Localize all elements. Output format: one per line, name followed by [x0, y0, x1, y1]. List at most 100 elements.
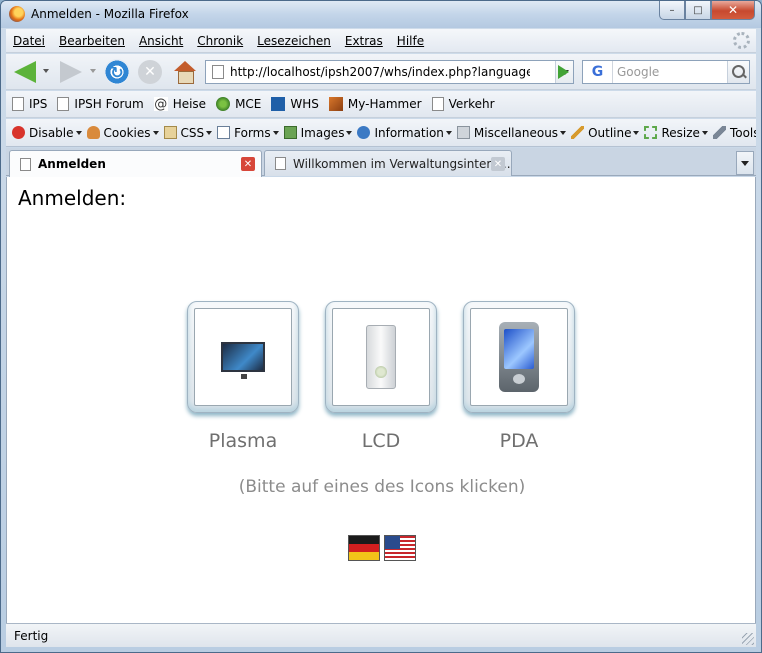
search-bar[interactable]: G Google	[582, 60, 750, 84]
bookmark-mce[interactable]: MCE	[216, 97, 261, 111]
navigation-toolbar: ↻ ✕ http://localhost/ipsh2007/whs/index.…	[6, 54, 756, 90]
menu-bearbeiten[interactable]: Bearbeiten	[52, 34, 132, 48]
page-icon	[57, 97, 70, 111]
devbar-label: Disable	[29, 125, 74, 140]
page-content: Anmelden: Plasma LCD PDA (Bitte auf eine…	[6, 177, 756, 623]
bookmark-label: Verkehr	[448, 97, 495, 111]
pda-device-button[interactable]	[463, 301, 575, 413]
devbar-disable-menu[interactable]: Disable	[12, 126, 82, 140]
activity-throbber-icon	[733, 32, 750, 49]
information-icon	[357, 126, 371, 139]
lcd-device-button[interactable]	[325, 301, 437, 413]
go-arrow-icon[interactable]	[552, 60, 574, 84]
disable-icon	[12, 126, 25, 139]
devbar-outline-menu[interactable]: Outline	[571, 125, 640, 140]
bookmark-ipsh-forum[interactable]: IPSH Forum	[57, 97, 144, 111]
title-bar: Anmelden - Mozilla Firefox – □ ✕	[1, 1, 761, 28]
tab-willkommen[interactable]: Willkommen im Verwaltungsinterfa... ✕	[264, 150, 512, 176]
back-arrow-icon[interactable]	[12, 60, 38, 84]
forward-arrow-icon[interactable]	[58, 60, 84, 84]
hammer-icon	[328, 97, 343, 111]
devbar-information-menu[interactable]: Information	[357, 125, 452, 140]
bookmark-heise[interactable]: @ Heise	[153, 97, 207, 112]
magnifier-icon[interactable]	[727, 61, 749, 83]
dropdown-caret-icon	[346, 130, 353, 135]
device-frame	[332, 308, 430, 406]
us-flag-icon[interactable]	[384, 535, 416, 561]
back-history-dropdown-icon[interactable]	[43, 69, 49, 73]
devbar-resize-menu[interactable]: Resize	[644, 126, 708, 140]
window-title: Anmelden - Mozilla Firefox	[31, 7, 189, 21]
bookmark-label: IPS	[29, 97, 48, 111]
dropdown-caret-icon	[445, 130, 452, 135]
url-input[interactable]: http://localhost/ipsh2007/whs/index.php?…	[230, 65, 530, 79]
menu-chronik[interactable]: Chronik	[190, 34, 250, 48]
tools-wrench-icon	[712, 126, 726, 139]
menu-hilfe[interactable]: Hilfe	[390, 34, 431, 48]
menu-lesezeichen[interactable]: Lesezeichen	[250, 34, 338, 48]
tab-strip: Anmelden ✕ Willkommen im Verwaltungsinte…	[6, 148, 756, 177]
bookmark-verkehr[interactable]: Verkehr	[431, 97, 495, 111]
search-engine-icon[interactable]: G	[583, 61, 613, 83]
pda-icon	[499, 322, 539, 392]
close-button[interactable]: ✕	[711, 1, 755, 20]
dropdown-caret-icon	[272, 130, 279, 135]
bookmark-whs[interactable]: WHS	[271, 97, 319, 111]
stop-icon[interactable]: ✕	[138, 60, 162, 84]
menu-extras[interactable]: Extras	[338, 34, 390, 48]
dropdown-caret-icon	[560, 130, 567, 135]
window-controls: – □ ✕	[659, 1, 755, 20]
tab-label: Anmelden	[38, 157, 106, 171]
devbar-label: Forms	[234, 125, 271, 140]
dropdown-caret-icon	[75, 130, 82, 135]
minimize-button[interactable]: –	[659, 1, 685, 20]
instruction-text: (Bitte auf eines des Icons klicken)	[238, 477, 526, 497]
forward-history-dropdown-icon[interactable]	[90, 69, 96, 73]
home-server-icon	[271, 97, 286, 111]
search-input[interactable]: Google	[613, 65, 727, 79]
bookmark-label: IPSH Forum	[74, 97, 144, 111]
devbar-forms-menu[interactable]: Forms	[217, 125, 279, 140]
devbar-cookies-menu[interactable]: Cookies	[86, 126, 159, 140]
page-icon	[20, 157, 31, 171]
devbar-tools-menu[interactable]: Tools	[712, 126, 756, 140]
status-text: Fertig	[14, 628, 49, 643]
dropdown-caret-icon	[701, 130, 708, 135]
resize-icon	[644, 126, 658, 139]
menu-ansicht[interactable]: Ansicht	[132, 34, 190, 48]
forms-icon	[217, 126, 231, 139]
tab-anmelden[interactable]: Anmelden ✕	[9, 150, 262, 177]
browser-window: Anmelden - Mozilla Firefox – □ ✕ Datei B…	[0, 0, 762, 653]
close-tab-icon[interactable]: ✕	[491, 157, 505, 171]
home-icon[interactable]	[172, 59, 198, 85]
firefox-icon	[9, 6, 25, 22]
german-flag-icon[interactable]	[348, 535, 380, 561]
menu-datei[interactable]: Datei	[6, 34, 52, 48]
bookmark-label: Heise	[172, 97, 207, 111]
bookmark-label: WHS	[290, 97, 319, 111]
devbar-label: Information	[374, 125, 444, 140]
bookmark-my-hammer[interactable]: My-Hammer	[328, 97, 422, 111]
plasma-device-button[interactable]	[187, 301, 299, 413]
devbar-label: CSS	[180, 125, 205, 140]
status-bar: Fertig	[6, 623, 756, 647]
bookmark-ips[interactable]: IPS	[12, 97, 47, 111]
list-all-tabs-icon[interactable]	[736, 151, 754, 175]
web-developer-toolbar: Disable Cookies CSS Forms Images Informa…	[6, 119, 756, 147]
url-bar[interactable]: http://localhost/ipsh2007/whs/index.php?…	[205, 60, 574, 84]
bookmarks-toolbar: IPS IPSH Forum @ Heise MCE WHS My-Hammer…	[6, 91, 756, 118]
page-icon	[275, 157, 286, 170]
tab-label: Willkommen im Verwaltungsinterfa...	[293, 156, 511, 171]
cookies-icon	[86, 126, 100, 139]
maximize-button[interactable]: □	[685, 1, 711, 20]
devbar-label: Outline	[588, 125, 632, 140]
bookmark-label: MCE	[235, 97, 262, 111]
devbar-miscellaneous-menu[interactable]: Miscellaneous	[456, 126, 567, 140]
page-icon	[431, 97, 444, 111]
close-tab-icon[interactable]: ✕	[241, 157, 255, 171]
devbar-images-menu[interactable]: Images	[283, 126, 353, 140]
page-favicon-icon	[212, 65, 224, 79]
devbar-css-menu[interactable]: CSS	[163, 125, 213, 140]
resize-grip-icon[interactable]	[742, 633, 754, 645]
reload-icon[interactable]: ↻	[104, 59, 130, 85]
